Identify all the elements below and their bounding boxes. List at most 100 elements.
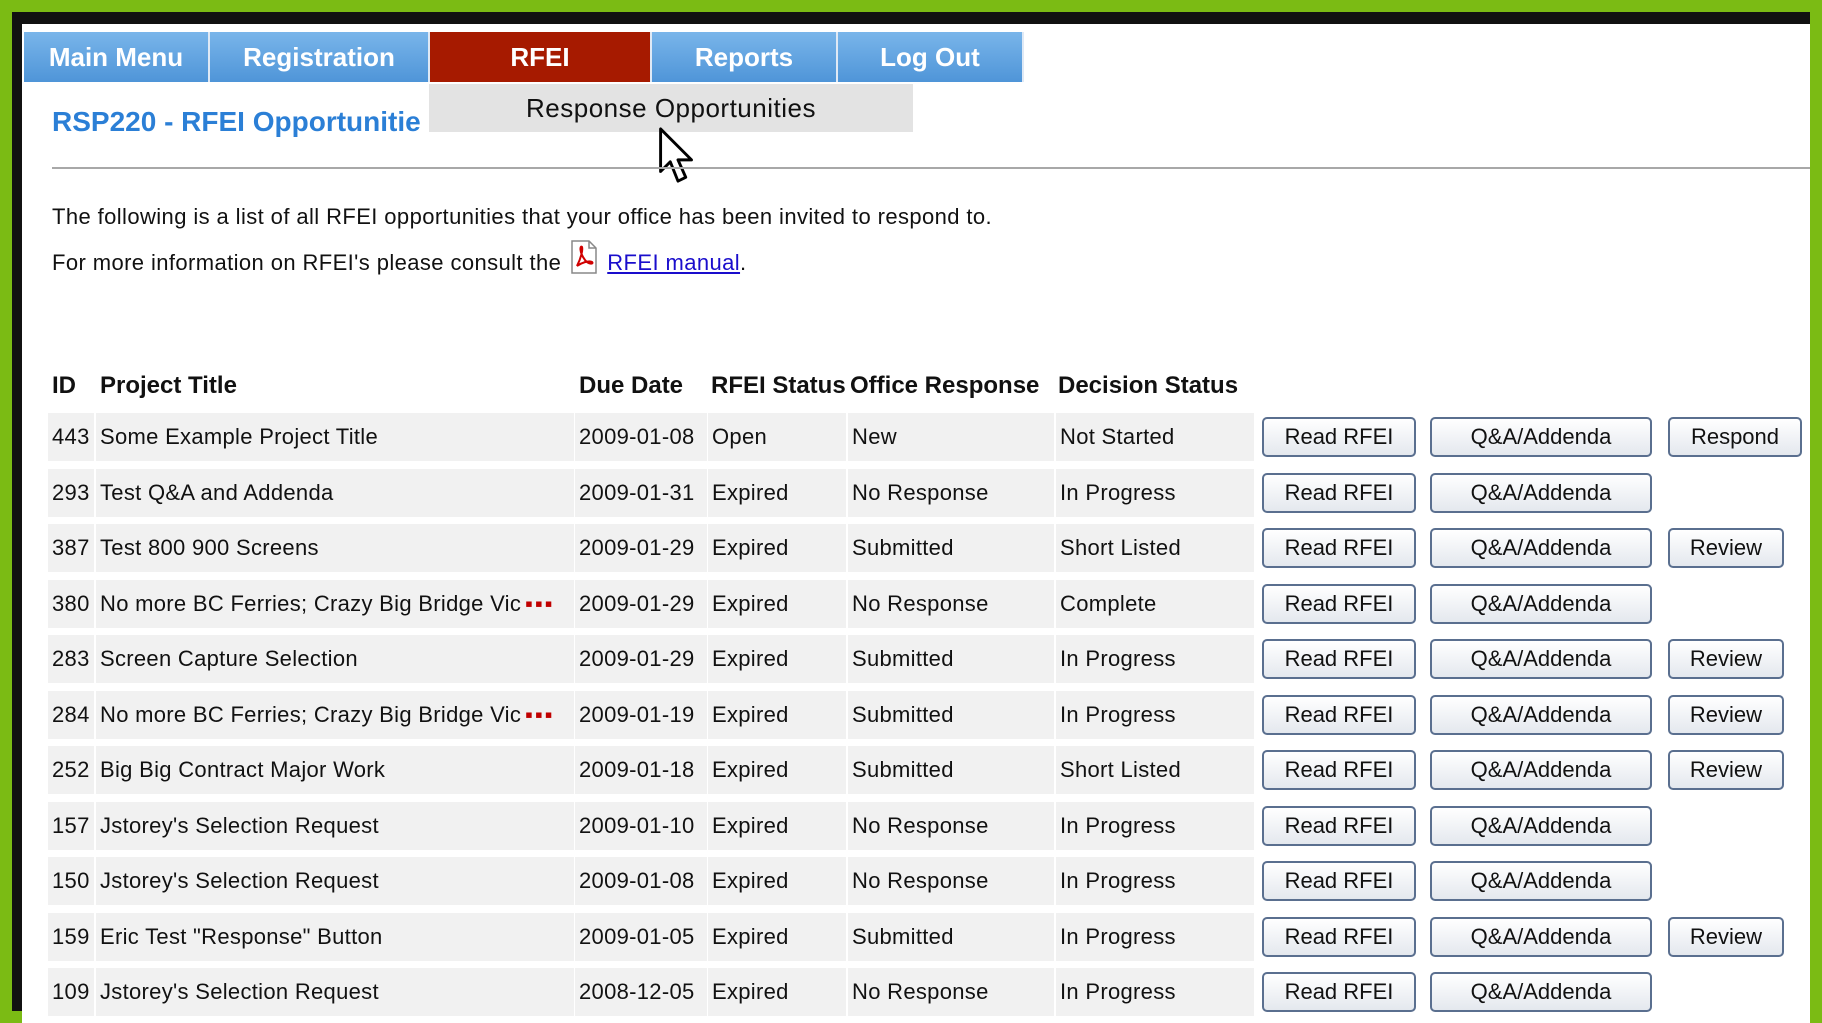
nav-reports[interactable]: Reports: [652, 32, 838, 82]
read-rfei-button[interactable]: Read RFEI: [1262, 916, 1416, 957]
cell-office-response-text: Submitted: [852, 535, 954, 560]
rfei-manual-link[interactable]: RFEI manual: [607, 250, 740, 276]
cell-due-date: 2009-01-10: [575, 801, 707, 850]
qa-addenda-button[interactable]: Q&A/Addenda: [1430, 528, 1652, 568]
cell-due-date: 2009-01-19: [575, 690, 707, 739]
cell-due-date-text: 2009-01-08: [579, 868, 695, 893]
read-rfei-button[interactable]: Read RFEI: [1262, 861, 1416, 901]
respond-button[interactable]: Respond: [1668, 417, 1802, 457]
cell-id-text: 380: [52, 590, 90, 616]
cell-id-text: 283: [52, 646, 90, 671]
review-button[interactable]: Review: [1668, 639, 1784, 679]
cell-id-text: 109: [52, 979, 90, 1004]
cell-office-response: Submitted: [848, 690, 1054, 739]
title-divider: [52, 167, 1810, 169]
header-decision-status: Decision Status: [1058, 372, 1239, 399]
qa-addenda-button[interactable]: Q&A/Addenda: [1430, 861, 1652, 901]
qa-addenda-button[interactable]: Q&A/Addenda: [1430, 972, 1652, 1012]
cell-project-title: Some Example Project Title: [96, 413, 574, 461]
read-rfei-button[interactable]: Read RFEI: [1262, 639, 1416, 679]
qa-addenda-button[interactable]: Q&A/Addenda: [1430, 583, 1652, 624]
nav-main-menu[interactable]: Main Menu: [24, 32, 210, 82]
qa-addenda-button[interactable]: Q&A/Addenda: [1430, 805, 1652, 846]
cell-decision-status: In Progress: [1056, 468, 1254, 517]
dropdown-item-response-opportunities[interactable]: Response Opportunities: [429, 84, 913, 132]
cell-decision-status-text: In Progress: [1060, 479, 1176, 505]
cell-rfei-status: Expired: [708, 690, 846, 739]
cell-project-title: Jstorey's Selection Request: [96, 968, 574, 1016]
header-id: ID: [52, 372, 76, 399]
cell-office-response: No Response: [848, 801, 1054, 850]
cell-id-text: 159: [52, 923, 90, 949]
cell-rfei-status: Expired: [708, 635, 846, 683]
cell-project-title: Test Q&A and Addenda: [96, 468, 574, 517]
cell-office-response: Submitted: [848, 635, 1054, 683]
cell-office-response-text: No Response: [852, 812, 989, 838]
cell-id: 252: [48, 746, 94, 794]
cell-id: 150: [48, 857, 94, 905]
cell-rfei-status-text: Expired: [712, 979, 789, 1004]
mouse-cursor-icon: [659, 127, 693, 183]
qa-addenda-button[interactable]: Q&A/Addenda: [1430, 916, 1652, 957]
cell-office-response-text: No Response: [852, 979, 989, 1004]
table-row: 387 Test 800 900 Screens 2009-01-29 Expired…: [22, 524, 1802, 572]
cell-rfei-status-text: Expired: [712, 812, 789, 838]
cell-due-date-text: 2009-01-10: [579, 812, 695, 838]
read-rfei-button[interactable]: Read RFEI: [1262, 528, 1416, 568]
cell-office-response: No Response: [848, 579, 1054, 628]
cell-id: 284: [48, 690, 94, 739]
review-button[interactable]: Review: [1668, 528, 1784, 568]
read-rfei-button[interactable]: Read RFEI: [1262, 472, 1416, 513]
cell-id: 109: [48, 968, 94, 1016]
qa-addenda-button[interactable]: Q&A/Addenda: [1430, 639, 1652, 679]
cell-rfei-status-text: Expired: [712, 868, 789, 893]
cell-id-text: 387: [52, 535, 90, 560]
cell-office-response-text: Submitted: [852, 923, 954, 949]
cell-project-title: No more BC Ferries; Crazy Big Bridge Vic…: [96, 690, 574, 739]
cell-project-title-text: Big Big Contract Major Work: [100, 757, 386, 782]
qa-addenda-button[interactable]: Q&A/Addenda: [1430, 417, 1652, 457]
cell-decision-status: In Progress: [1056, 968, 1254, 1016]
cell-id-text: 252: [52, 757, 90, 782]
review-button[interactable]: Review: [1668, 916, 1784, 957]
cell-decision-status: Complete: [1056, 579, 1254, 628]
qa-addenda-button[interactable]: Q&A/Addenda: [1430, 750, 1652, 790]
cell-office-response: Submitted: [848, 746, 1054, 794]
review-button[interactable]: Review: [1668, 750, 1784, 790]
read-rfei-button[interactable]: Read RFEI: [1262, 972, 1416, 1012]
read-rfei-button[interactable]: Read RFEI: [1262, 750, 1416, 790]
cell-rfei-status-text: Expired: [712, 701, 789, 727]
cell-office-response: No Response: [848, 468, 1054, 517]
nav-rfei[interactable]: RFEI: [430, 32, 652, 82]
cell-decision-status: Short Listed: [1056, 524, 1254, 572]
read-rfei-button[interactable]: Read RFEI: [1262, 805, 1416, 846]
cell-rfei-status: Expired: [708, 968, 846, 1016]
truncation-ellipsis-icon: ▪▪▪: [525, 701, 555, 727]
cell-decision-status: Not Started: [1056, 413, 1254, 461]
qa-addenda-button[interactable]: Q&A/Addenda: [1430, 694, 1652, 735]
cell-id: 293: [48, 468, 94, 517]
table-row: 159 Eric Test "Response" Button 2009-01-05…: [22, 912, 1802, 961]
cell-id: 283: [48, 635, 94, 683]
nav-registration[interactable]: Registration: [210, 32, 430, 82]
cell-rfei-status-text: Expired: [712, 757, 789, 782]
cell-decision-status: In Progress: [1056, 801, 1254, 850]
nav-log-out[interactable]: Log Out: [838, 32, 1024, 82]
cell-due-date-text: 2009-01-29: [579, 590, 695, 616]
cell-office-response: No Response: [848, 968, 1054, 1016]
read-rfei-button[interactable]: Read RFEI: [1262, 694, 1416, 735]
cell-project-title: Jstorey's Selection Request: [96, 801, 574, 850]
review-button[interactable]: Review: [1668, 694, 1784, 735]
cell-office-response-text: No Response: [852, 868, 989, 893]
cell-rfei-status: Expired: [708, 579, 846, 628]
cell-office-response-text: Submitted: [852, 757, 954, 782]
cell-rfei-status: Expired: [708, 912, 846, 961]
read-rfei-button[interactable]: Read RFEI: [1262, 417, 1416, 457]
cell-due-date-text: 2009-01-08: [579, 424, 695, 449]
cell-due-date: 2009-01-31: [575, 468, 707, 517]
qa-addenda-button[interactable]: Q&A/Addenda: [1430, 472, 1652, 513]
cell-office-response: No Response: [848, 857, 1054, 905]
read-rfei-button[interactable]: Read RFEI: [1262, 583, 1416, 624]
cell-due-date-text: 2009-01-29: [579, 646, 695, 671]
cell-project-title: No more BC Ferries; Crazy Big Bridge Vic…: [96, 579, 574, 628]
